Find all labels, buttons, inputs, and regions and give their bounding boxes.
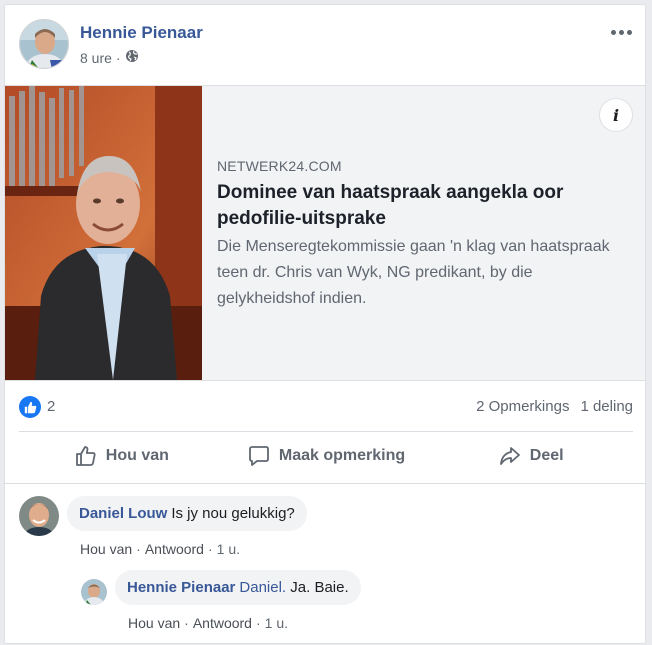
- post-card: Hennie Pienaar 8 ure · i NETWERK24.COM D…: [4, 4, 646, 644]
- link-preview-image[interactable]: [5, 86, 202, 380]
- reply-author-name[interactable]: Hennie Pienaar: [127, 579, 235, 596]
- link-preview[interactable]: i NETWERK24.COM Dominee van haatspraak a…: [5, 85, 645, 381]
- comment-links: Hou van · Antwoord · 1 u.: [80, 541, 240, 557]
- link-title[interactable]: Dominee van haatspraak aangekla oor pedo…: [217, 180, 617, 232]
- reply-time[interactable]: 1 u.: [265, 615, 288, 631]
- more-options-icon[interactable]: [609, 25, 633, 39]
- like-button[interactable]: Hou van: [19, 432, 224, 479]
- commenter-name[interactable]: Daniel Louw: [79, 505, 167, 522]
- meta-separator: ·: [115, 49, 121, 66]
- like-label: Hou van: [105, 446, 169, 464]
- reply-text: Ja. Baie.: [290, 579, 349, 596]
- author-photo: [20, 20, 68, 68]
- shares-count[interactable]: 1 deling: [580, 398, 633, 415]
- hennie-photo-small: [81, 579, 107, 605]
- share-button[interactable]: Deel: [428, 432, 633, 479]
- globe-icon: [125, 49, 139, 66]
- comment-label: Maak opmerking: [278, 446, 406, 464]
- comment-separator: ·: [136, 541, 141, 557]
- author-avatar[interactable]: [19, 19, 69, 69]
- daniel-photo: [19, 496, 59, 536]
- comment: Daniel Louw Is jy nou gelukkig? Hou van ·…: [19, 496, 619, 566]
- comment-separator: ·: [207, 541, 213, 557]
- post-meta: 8 ure ·: [80, 49, 139, 66]
- reply-avatar[interactable]: [81, 579, 107, 605]
- comment-time[interactable]: 1 u.: [217, 541, 240, 557]
- like-reaction-icon[interactable]: [19, 396, 41, 418]
- reply-separator: ·: [184, 615, 189, 631]
- author-name[interactable]: Hennie Pienaar: [80, 23, 203, 43]
- reply-like-link[interactable]: Hou van: [128, 615, 180, 631]
- stats-right: 2 Opmerkings 1 deling: [476, 398, 633, 415]
- speech-bubble-icon: [247, 444, 271, 468]
- post-time[interactable]: 8 ure: [80, 50, 112, 66]
- comment-reply-link[interactable]: Antwoord: [145, 541, 204, 557]
- share-label: Deel: [529, 446, 564, 464]
- share-arrow-icon: [498, 444, 522, 468]
- post-header: Hennie Pienaar 8 ure ·: [19, 19, 633, 75]
- pastor-photo: [5, 86, 202, 380]
- reply-bubble: Hennie Pienaar Daniel. Ja. Baie.: [115, 570, 361, 605]
- like-count[interactable]: 2: [47, 398, 55, 415]
- thumbs-up-icon: [74, 444, 98, 468]
- link-domain: NETWERK24.COM: [217, 158, 342, 174]
- reply-separator: ·: [255, 615, 261, 631]
- reply-reply-link[interactable]: Antwoord: [193, 615, 252, 631]
- link-description: Die Menseregtekommissie gaan 'n klag van…: [217, 238, 610, 307]
- comments-section: Daniel Louw Is jy nou gelukkig? Hou van ·…: [5, 483, 645, 645]
- commenter-avatar[interactable]: [19, 496, 59, 536]
- comment-bubble: Daniel Louw Is jy nou gelukkig?: [67, 496, 307, 531]
- post-stats: 2 2 Opmerkings 1 deling: [19, 395, 633, 421]
- comment-like-link[interactable]: Hou van: [80, 541, 132, 557]
- reply-links: Hou van · Antwoord · 1 u.: [128, 615, 288, 631]
- comment-text: Is jy nou gelukkig?: [171, 505, 295, 522]
- info-button[interactable]: i: [599, 98, 633, 132]
- comments-count[interactable]: 2 Opmerkings: [476, 398, 569, 415]
- reply-comment: Hennie Pienaar Daniel. Ja. Baie. Hou van …: [81, 570, 621, 640]
- action-bar: Hou van Maak opmerking Deel: [19, 431, 633, 479]
- reply-tag[interactable]: Daniel.: [239, 579, 286, 596]
- comment-button[interactable]: Maak opmerking: [224, 432, 429, 479]
